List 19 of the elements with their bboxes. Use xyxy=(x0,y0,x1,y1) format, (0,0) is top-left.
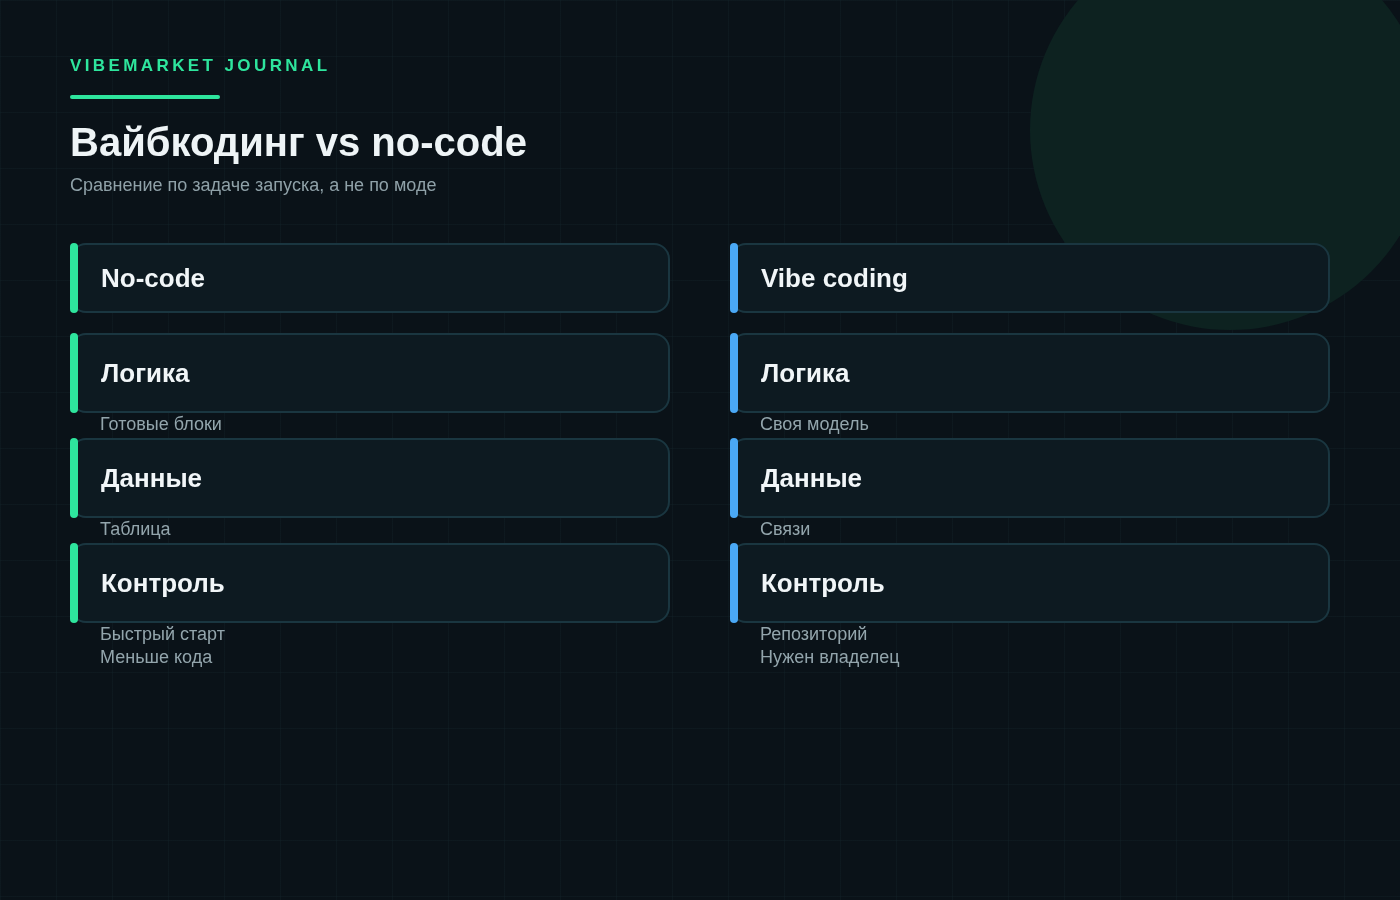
criterion-note: Таблица xyxy=(99,518,172,541)
criterion-title: Логика xyxy=(761,357,850,389)
page-title: Вайбкодинг vs no-code xyxy=(70,119,528,165)
column-heading: Vibe coding xyxy=(761,262,908,294)
criterion-note: Готовые блоки xyxy=(99,413,223,436)
page-subtitle: Сравнение по задаче запуска, а не по моде xyxy=(70,175,438,196)
criterion-note: Связи xyxy=(759,518,812,541)
criterion-title: Данные xyxy=(761,462,863,494)
criterion-note: Нужен владелец xyxy=(759,646,901,669)
brand-label: VIBEMARKET JOURNAL xyxy=(70,56,332,76)
criterion-note: Быстрый старт xyxy=(99,623,226,646)
criterion-title: Данные xyxy=(101,462,203,494)
criterion-title: Контроль xyxy=(101,567,225,599)
criterion-title: Логика xyxy=(101,357,190,389)
criterion-note: Репозиторий xyxy=(759,623,869,646)
criterion-title: Контроль xyxy=(761,567,885,599)
criterion-note: Своя модель xyxy=(759,413,870,436)
column-heading: No-code xyxy=(101,262,205,294)
criterion-note: Меньше кода xyxy=(99,646,214,669)
